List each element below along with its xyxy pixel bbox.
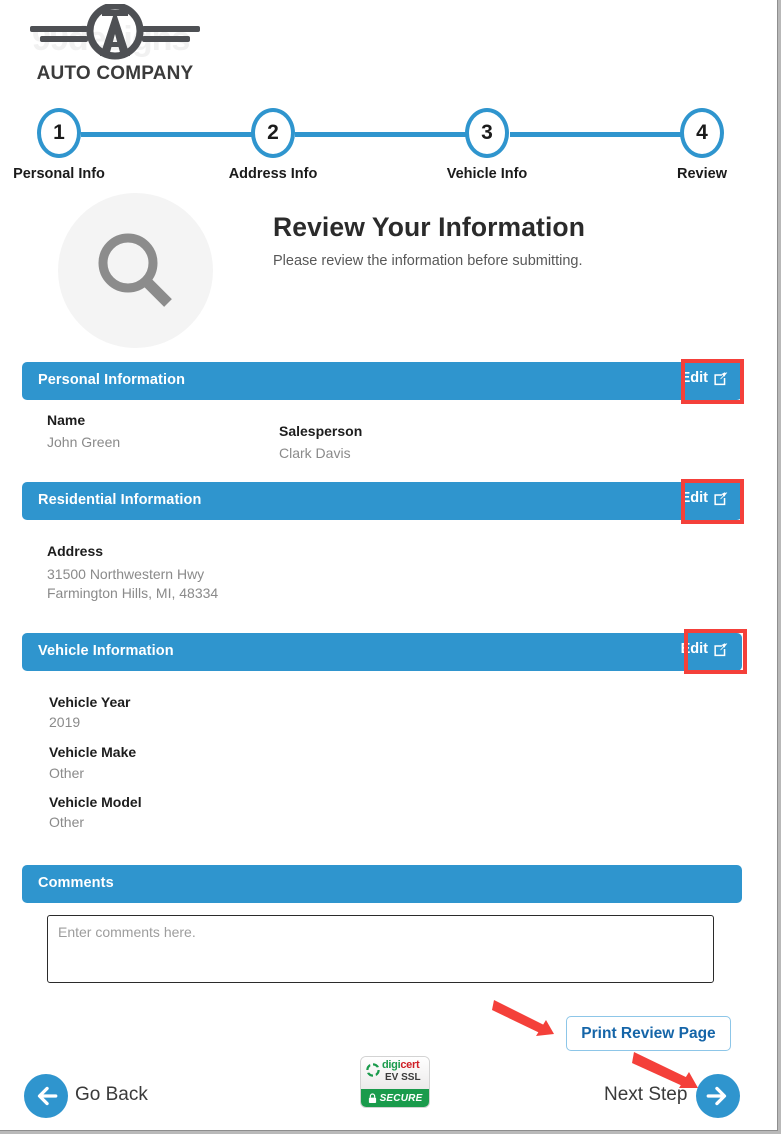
seal-brand-text: digicert — [382, 1059, 420, 1071]
section-header-vehicle-information: Vehicle Information Edit — [22, 633, 742, 671]
section-header-residential-information: Residential Information Edit — [22, 482, 742, 520]
field-value-address-line2: Farmington Hills, MI, 48334 — [47, 585, 219, 601]
edit-button-residential-label: Edit — [680, 490, 708, 506]
edit-pencil-square-icon — [714, 642, 728, 656]
company-name: AUTO COMPANY — [36, 63, 194, 84]
winged-a-logo-icon — [30, 4, 200, 60]
comments-input[interactable] — [47, 915, 714, 983]
digicert-logo-icon — [366, 1063, 380, 1077]
field-label-vehicle-model: Vehicle Model — [49, 794, 142, 810]
arrow-right-icon — [706, 1086, 727, 1106]
hero-icon-circle — [58, 193, 213, 348]
section-header-personal-information: Personal Information Edit — [22, 362, 742, 400]
edit-button-personal[interactable]: Edit — [681, 370, 728, 386]
field-value-vehicle-make: Other — [49, 765, 85, 781]
lock-icon — [368, 1092, 376, 1103]
company-logo: 99designs AUTO COMPANY — [24, 4, 206, 88]
print-review-page-button[interactable]: Print Review Page — [566, 1016, 731, 1051]
field-value-vehicle-model: Other — [49, 814, 85, 830]
step-label-1: Personal Info — [13, 166, 105, 182]
review-page: 99designs AUTO COMPANY 1 Personal Info — [0, 0, 781, 1134]
field-value-address-line1: 31500 Northwestern Hwy — [47, 566, 205, 582]
seal-top-section: digicert EV SSL — [361, 1057, 429, 1089]
step-review[interactable]: 4 Review — [647, 108, 757, 182]
field-label-salesperson: Salesperson — [279, 423, 363, 439]
magnifier-icon — [98, 233, 172, 307]
next-step-button[interactable] — [696, 1074, 740, 1118]
step-label-4: Review — [677, 166, 727, 182]
edit-button-residential[interactable]: Edit — [681, 490, 728, 506]
arrow-left-icon — [37, 1086, 58, 1106]
section-title-comments: Comments — [38, 875, 114, 891]
section-header-comments: Comments — [22, 865, 742, 903]
seal-status-text: SECURE — [379, 1092, 423, 1104]
section-title-residential: Residential Information — [38, 492, 202, 508]
step-number-3: 3 — [465, 108, 509, 158]
edit-button-vehicle[interactable]: Edit — [681, 641, 728, 657]
digicert-ev-ssl-seal[interactable]: digicert EV SSL SECURE — [360, 1056, 430, 1108]
field-label-address: Address — [47, 543, 104, 559]
edit-pencil-square-icon — [714, 491, 728, 505]
edit-pencil-square-icon — [714, 371, 728, 385]
field-label-vehicle-make: Vehicle Make — [49, 744, 137, 760]
step-personal-info[interactable]: 1 Personal Info — [4, 108, 114, 182]
edit-button-personal-label: Edit — [680, 370, 708, 386]
step-vehicle-info[interactable]: 3 Vehicle Info — [432, 108, 542, 182]
field-value-vehicle-year: 2019 — [49, 714, 81, 730]
section-title-vehicle: Vehicle Information — [38, 643, 174, 659]
seal-brand-first: digi — [382, 1059, 401, 1071]
page-subtitle: Please review the information before sub… — [273, 253, 583, 269]
field-value-salesperson: Clark Davis — [279, 445, 351, 461]
field-label-name: Name — [47, 412, 86, 428]
section-title-personal: Personal Information — [38, 372, 186, 388]
seal-brand-second: cert — [400, 1059, 420, 1071]
go-back-button[interactable] — [24, 1074, 68, 1118]
seal-bottom-section: SECURE — [361, 1089, 429, 1107]
progress-stepper: 1 Personal Info 2 Address Info 3 Vehicle… — [0, 108, 778, 182]
go-back-label: Go Back — [75, 1084, 148, 1105]
seal-cert-type: EV SSL — [385, 1072, 421, 1083]
step-label-3: Vehicle Info — [446, 166, 528, 182]
step-number-4: 4 — [680, 108, 724, 158]
step-number-1: 1 — [37, 108, 81, 158]
step-number-2: 2 — [251, 108, 295, 158]
edit-button-vehicle-label: Edit — [680, 641, 708, 657]
page-title: Review Your Information — [273, 212, 586, 242]
field-value-name: John Green — [47, 434, 121, 450]
next-step-label: Next Step — [604, 1084, 688, 1105]
field-label-vehicle-year: Vehicle Year — [49, 694, 131, 710]
step-label-2: Address Info — [228, 166, 318, 182]
step-address-info[interactable]: 2 Address Info — [218, 108, 328, 182]
